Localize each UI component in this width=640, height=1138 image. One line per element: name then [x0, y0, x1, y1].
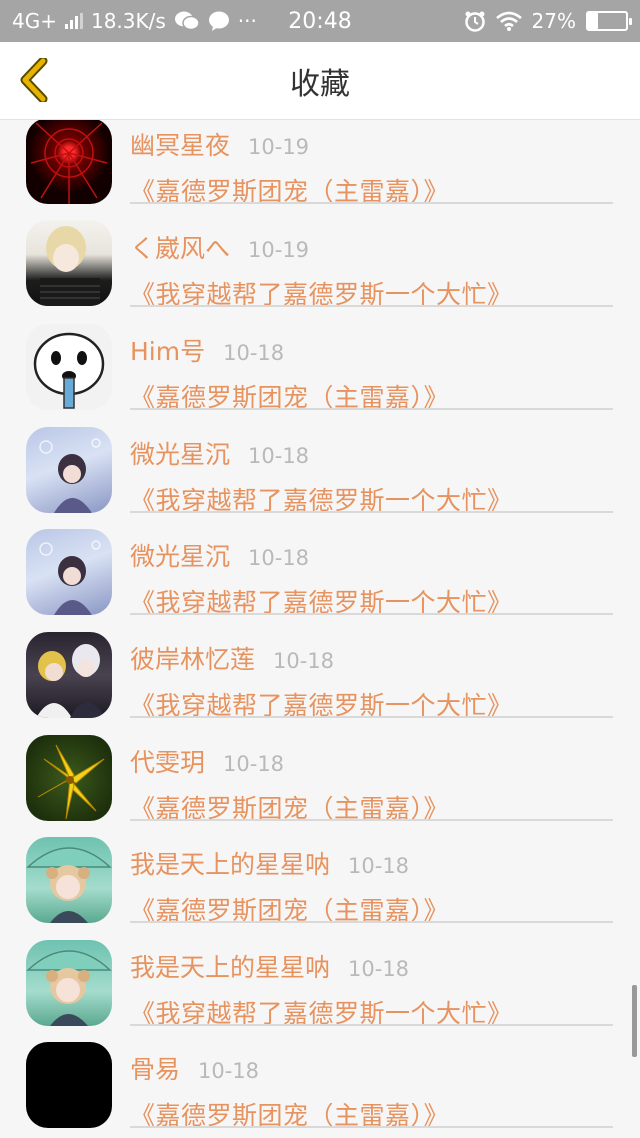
signal-icon: [64, 13, 83, 29]
meme-face-avatar[interactable]: [26, 324, 112, 410]
umbrella-girl-avatar[interactable]: [26, 837, 112, 923]
divider: [130, 511, 613, 513]
favorite-texts: 代雯玥 10-18 《嘉德罗斯团宠（主雷嘉）》: [130, 743, 613, 825]
nav-bar: 收藏: [0, 42, 640, 120]
user-name[interactable]: Him号: [130, 332, 205, 368]
favorite-date: 10-18: [223, 341, 285, 365]
status-bar: 4G+ 18.3K/s ··· 20:48 27%: [0, 0, 640, 42]
status-left: 4G+ 18.3K/s ···: [12, 9, 257, 33]
favorite-date: 10-18: [348, 854, 410, 878]
favorite-header: く崴风へ 10-19: [130, 229, 613, 265]
wechat-icon: [174, 11, 200, 31]
black-avatar[interactable]: [26, 1042, 112, 1128]
status-right: 27%: [464, 9, 632, 33]
user-name[interactable]: 幽冥星夜: [130, 126, 230, 162]
battery-percent: 27%: [531, 9, 576, 33]
battery-icon: [586, 11, 632, 31]
anime-boy-avatar[interactable]: [26, 220, 112, 306]
wifi-icon: [495, 11, 522, 31]
favorite-header: 微光星沉 10-18: [130, 537, 613, 573]
battery-fill: [588, 13, 599, 29]
network-speed: 18.3K/s: [90, 9, 166, 33]
more-notifications-icon: ···: [237, 9, 257, 33]
user-name[interactable]: 代雯玥: [130, 743, 205, 779]
divider: [130, 408, 613, 410]
red-web-avatar[interactable]: [26, 120, 112, 204]
user-name[interactable]: く崴风へ: [130, 229, 230, 265]
favorite-texts: 彼岸林忆莲 10-18 《我穿越帮了嘉德罗斯一个大忙》: [130, 640, 613, 722]
user-name[interactable]: 彼岸林忆莲: [130, 640, 255, 676]
favorite-header: 幽冥星夜 10-19: [130, 126, 613, 162]
favorite-item[interactable]: 彼岸林忆莲 10-18 《我穿越帮了嘉德罗斯一个大忙》: [0, 632, 640, 737]
user-name[interactable]: 微光星沉: [130, 435, 230, 471]
user-name[interactable]: 我是天上的星星呐: [130, 948, 330, 984]
user-name[interactable]: 微光星沉: [130, 537, 230, 573]
favorite-item[interactable]: 代雯玥 10-18 《嘉德罗斯团宠（主雷嘉）》: [0, 735, 640, 840]
favorite-texts: 微光星沉 10-18 《我穿越帮了嘉德罗斯一个大忙》: [130, 537, 613, 619]
favorite-texts: Him号 10-18 《嘉德罗斯团宠（主雷嘉）》: [130, 332, 613, 414]
favorite-header: 我是天上的星星呐 10-18: [130, 948, 613, 984]
favorite-header: 彼岸林忆莲 10-18: [130, 640, 613, 676]
favorite-date: 10-18: [223, 752, 285, 776]
lily-flower-avatar[interactable]: [26, 735, 112, 821]
divider: [130, 305, 613, 307]
favorites-list[interactable]: 幽冥星夜 10-19 《嘉德罗斯团宠（主雷嘉）》 く崴风へ 10-19 《我穿越…: [0, 120, 640, 1138]
favorite-texts: 微光星沉 10-18 《我穿越帮了嘉德罗斯一个大忙》: [130, 435, 613, 517]
favorite-date: 10-18: [198, 1059, 260, 1083]
page-title: 收藏: [290, 66, 350, 102]
favorite-date: 10-18: [273, 649, 335, 673]
favorite-item[interactable]: 幽冥星夜 10-19 《嘉德罗斯团宠（主雷嘉）》: [0, 120, 640, 223]
favorite-item[interactable]: 微光星沉 10-18 《我穿越帮了嘉德罗斯一个大忙》: [0, 529, 640, 634]
favorite-header: 微光星沉 10-18: [130, 435, 613, 471]
scrollbar-thumb[interactable]: [632, 985, 637, 1057]
anime-girl-avatar[interactable]: [26, 529, 112, 615]
divider: [130, 613, 613, 615]
favorite-date: 10-19: [248, 135, 310, 159]
favorite-header: Him号 10-18: [130, 332, 613, 368]
divider: [130, 202, 613, 204]
alarm-icon: [464, 11, 485, 32]
favorite-item[interactable]: 我是天上的星星呐 10-18 《嘉德罗斯团宠（主雷嘉）》: [0, 837, 640, 942]
divider: [130, 819, 613, 821]
user-name[interactable]: 我是天上的星星呐: [130, 845, 330, 881]
anime-duo-avatar[interactable]: [26, 632, 112, 718]
favorite-header: 骨易 10-18: [130, 1050, 613, 1086]
favorite-date: 10-18: [248, 444, 310, 468]
message-icon: [208, 11, 229, 31]
favorite-item[interactable]: 我是天上的星星呐 10-18 《我穿越帮了嘉德罗斯一个大忙》: [0, 940, 640, 1045]
favorite-texts: 我是天上的星星呐 10-18 《嘉德罗斯团宠（主雷嘉）》: [130, 845, 613, 927]
divider: [130, 1024, 613, 1026]
favorite-texts: く崴风へ 10-19 《我穿越帮了嘉德罗斯一个大忙》: [130, 229, 613, 311]
divider: [130, 716, 613, 718]
favorite-item[interactable]: く崴风へ 10-19 《我穿越帮了嘉德罗斯一个大忙》: [0, 220, 640, 326]
favorite-item[interactable]: 骨易 10-18 《嘉德罗斯团宠（主雷嘉）》: [0, 1042, 640, 1138]
favorite-date: 10-18: [348, 957, 410, 981]
back-button[interactable]: [14, 56, 54, 104]
chevron-left-icon: [20, 58, 48, 102]
favorite-header: 代雯玥 10-18: [130, 743, 613, 779]
favorite-texts: 幽冥星夜 10-19 《嘉德罗斯团宠（主雷嘉）》: [130, 126, 613, 208]
status-time: 20:48: [288, 8, 352, 34]
anime-girl-avatar[interactable]: [26, 427, 112, 513]
umbrella-girl-avatar[interactable]: [26, 940, 112, 1026]
favorite-item[interactable]: 微光星沉 10-18 《我穿越帮了嘉德罗斯一个大忙》: [0, 427, 640, 532]
favorite-header: 我是天上的星星呐 10-18: [130, 845, 613, 881]
favorite-date: 10-19: [248, 238, 310, 262]
user-name[interactable]: 骨易: [130, 1050, 180, 1086]
favorite-texts: 骨易 10-18 《嘉德罗斯团宠（主雷嘉）》: [130, 1050, 613, 1132]
network-type: 4G+: [12, 9, 57, 33]
divider: [130, 921, 613, 923]
favorite-date: 10-18: [248, 546, 310, 570]
divider: [130, 1126, 613, 1128]
favorite-texts: 我是天上的星星呐 10-18 《我穿越帮了嘉德罗斯一个大忙》: [130, 948, 613, 1030]
favorite-item[interactable]: Him号 10-18 《嘉德罗斯团宠（主雷嘉）》: [0, 324, 640, 429]
